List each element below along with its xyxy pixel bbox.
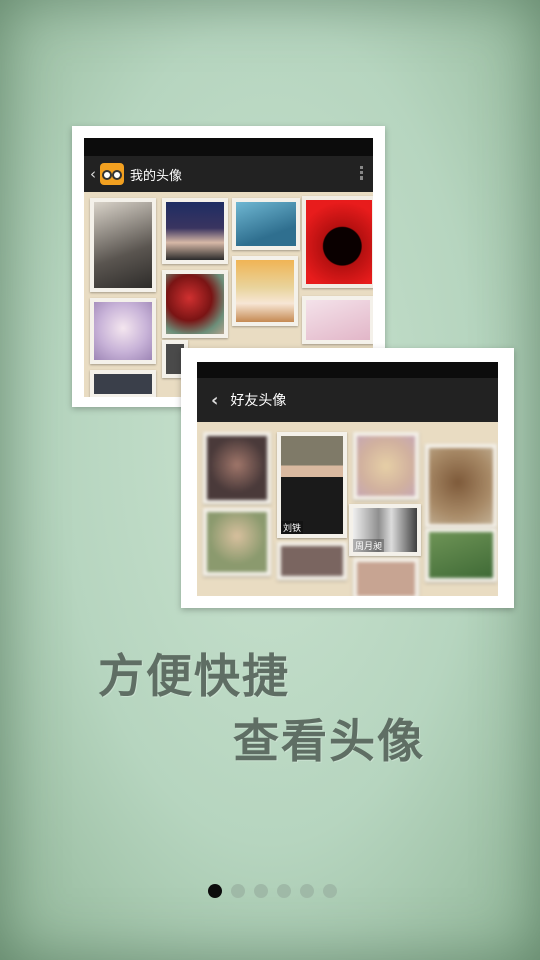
screen-title: 好友头像 (230, 393, 287, 409)
avatar-tile[interactable] (425, 528, 497, 582)
avatar-tile[interactable] (232, 198, 300, 250)
page-dot[interactable] (277, 884, 291, 898)
avatar-tile-highlighted[interactable]: 刘铁 (277, 432, 347, 538)
back-icon[interactable]: ‹ (211, 390, 218, 411)
page-indicator (208, 884, 337, 898)
avatar-tile[interactable] (90, 198, 156, 292)
headline-line-1: 方便快捷 (98, 649, 290, 703)
headline-line-2: 查看头像 (233, 714, 425, 768)
avatar-tile[interactable] (425, 444, 497, 528)
avatar-tile[interactable] (232, 256, 298, 326)
avatar-tile[interactable] (277, 542, 347, 580)
avatar-tile[interactable] (353, 558, 419, 596)
back-icon[interactable]: ‹ (90, 165, 96, 183)
status-bar (197, 362, 498, 378)
avatar-name-label: 周月昶 (353, 539, 385, 552)
page-dot[interactable] (323, 884, 337, 898)
page-dot[interactable] (231, 884, 245, 898)
avatar-tile[interactable] (162, 198, 228, 264)
avatar-tile[interactable] (203, 432, 271, 504)
page-dot[interactable] (300, 884, 314, 898)
avatar-tile[interactable] (90, 370, 156, 397)
page-dot-active[interactable] (208, 884, 222, 898)
friend-avatars-preview-card: ‹ 好友头像 刘铁 周月昶 (181, 348, 514, 608)
status-bar (84, 138, 373, 156)
page-dot[interactable] (254, 884, 268, 898)
avatar-tile-highlighted[interactable]: 周月昶 (349, 504, 421, 556)
avatar-tile[interactable] (203, 508, 271, 576)
app-logo-icon (100, 163, 124, 185)
overflow-menu-icon[interactable] (360, 166, 363, 180)
avatar-tile[interactable] (302, 196, 373, 288)
title-bar: ‹ 我的头像 (84, 156, 373, 192)
friend-avatars-screen: ‹ 好友头像 刘铁 周月昶 (197, 362, 498, 596)
screen-title: 我的头像 (130, 168, 183, 184)
avatar-tile[interactable] (90, 298, 156, 364)
avatar-tile[interactable] (353, 432, 419, 500)
avatar-tile[interactable] (162, 270, 228, 338)
avatar-name-label: 刘铁 (281, 521, 304, 534)
title-bar: ‹ 好友头像 (197, 378, 498, 422)
avatar-tile[interactable] (302, 296, 373, 344)
